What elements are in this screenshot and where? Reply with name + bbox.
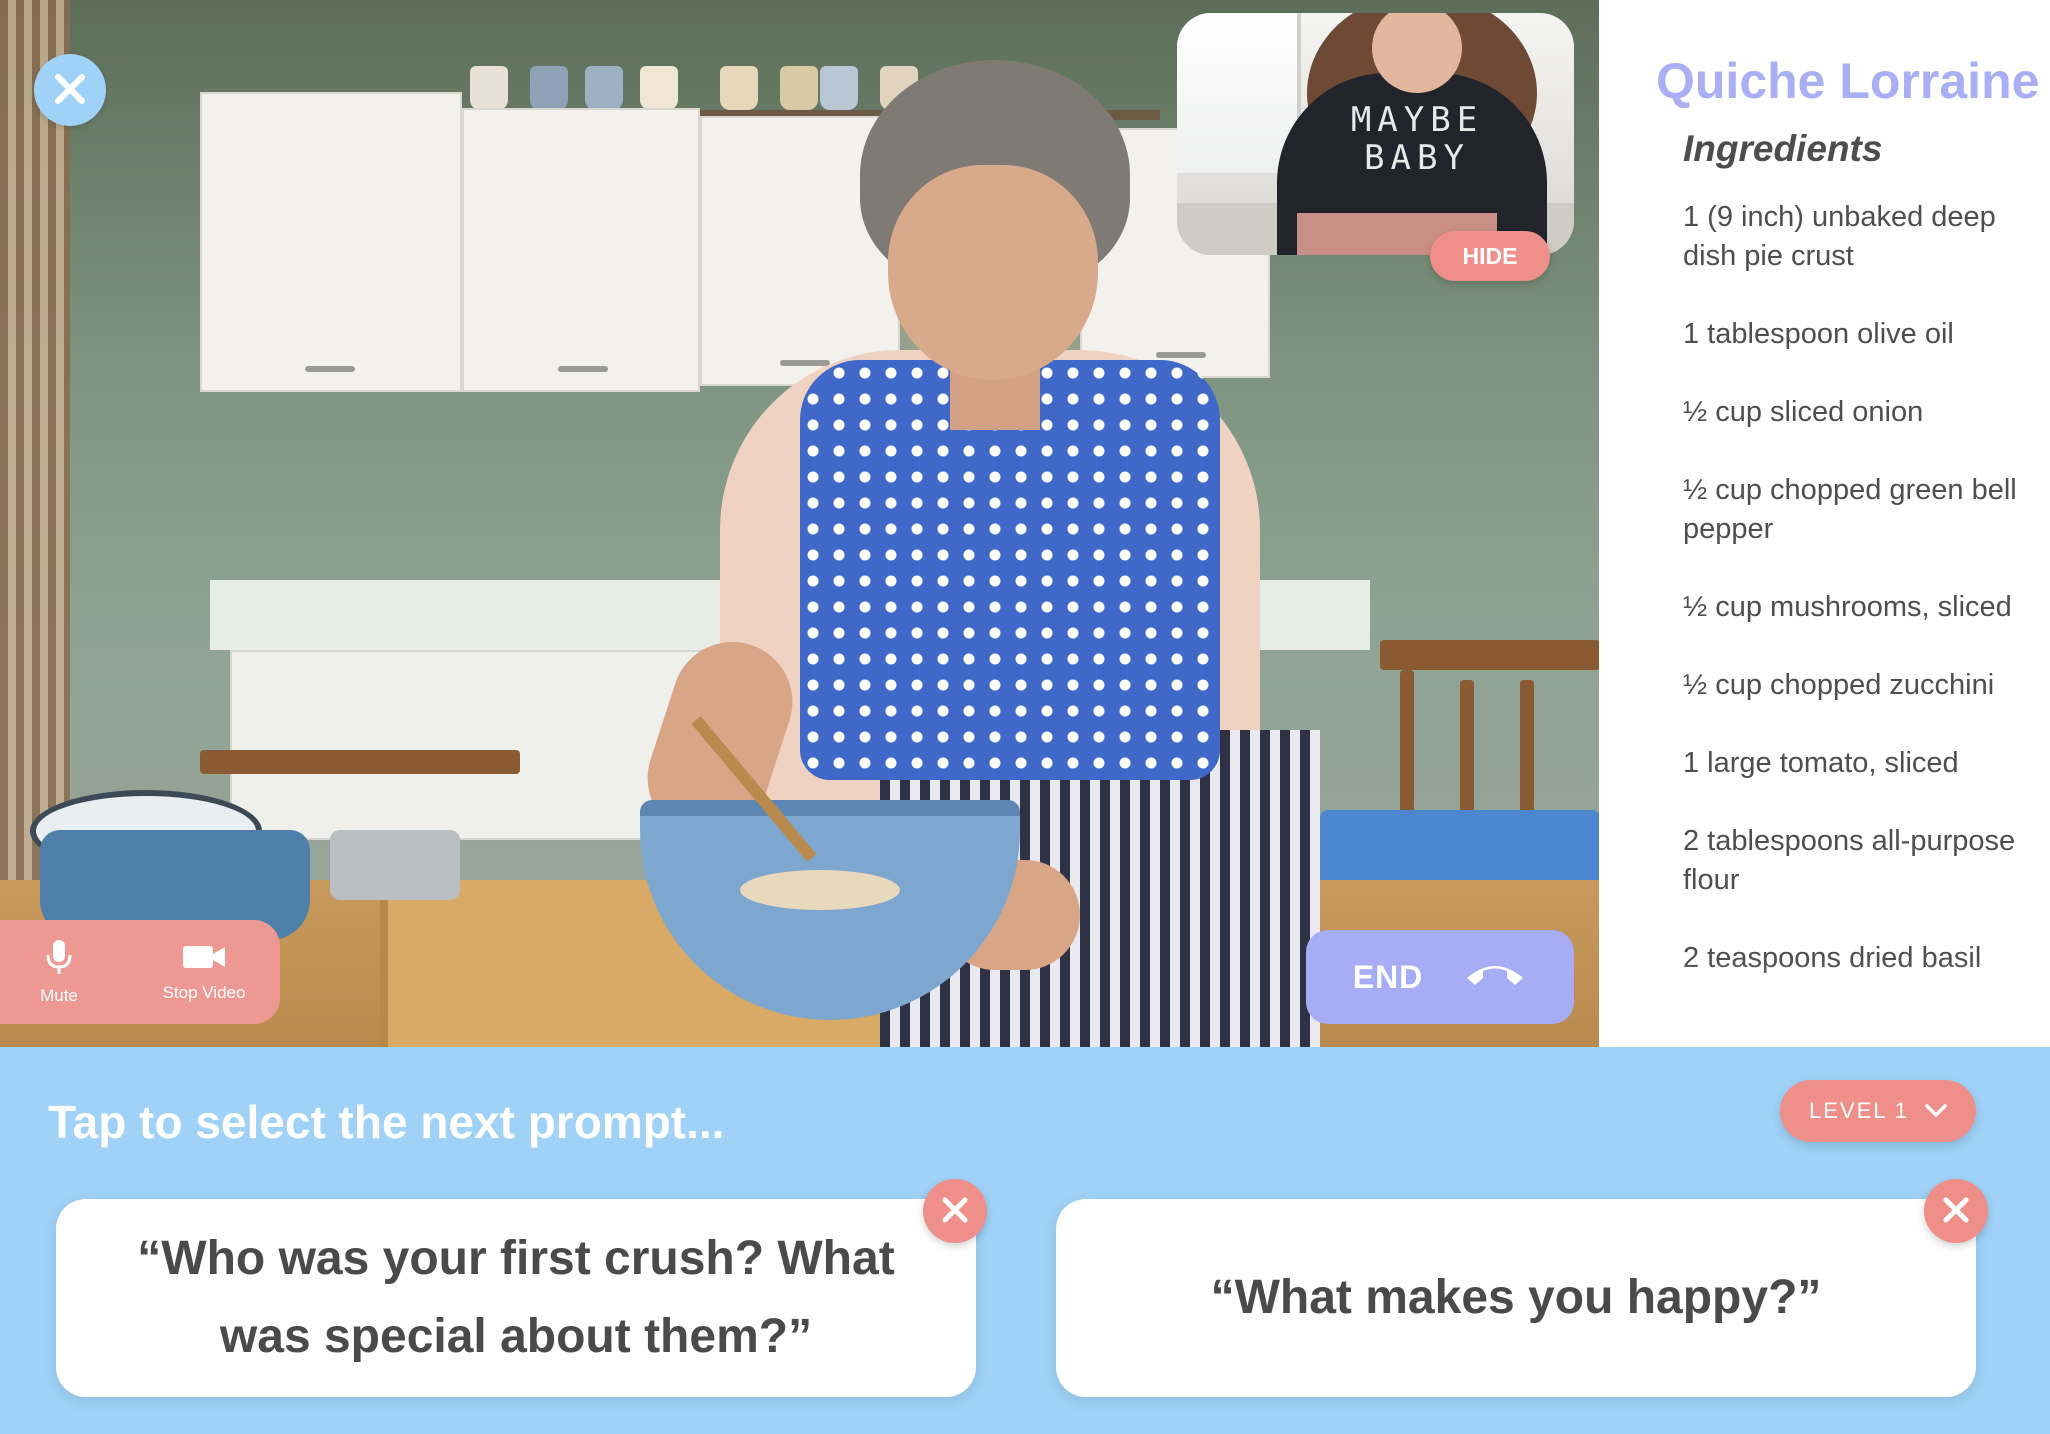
phone-hangup-icon xyxy=(1463,958,1527,996)
dismiss-prompt-button[interactable] xyxy=(1924,1179,1988,1243)
ingredients-heading: Ingredients xyxy=(1683,128,1883,169)
level-label: LEVEL 1 xyxy=(1808,1098,1910,1123)
close-call-button[interactable] xyxy=(34,54,106,126)
prompt-panel: Tap to select the next prompt... LEVEL 1… xyxy=(0,1047,2050,1434)
recipe-panel[interactable]: Quiche Lorraine Ingredients 1 (9 inch) u… xyxy=(1599,0,2050,1047)
close-icon xyxy=(1942,1196,1970,1227)
ingredient-item: ½ cup mushrooms, sliced xyxy=(1683,591,2012,623)
self-view-video: MAYBE BABY xyxy=(1177,13,1574,255)
hide-self-view-button[interactable]: HIDE xyxy=(1430,231,1550,281)
prompt-card[interactable]: “What makes you happy?” xyxy=(1056,1199,1976,1397)
mug xyxy=(780,66,818,110)
end-call-label: END xyxy=(1352,958,1424,995)
close-icon xyxy=(941,1196,969,1227)
scroll-fade xyxy=(1599,960,2050,1047)
ingredient-item: 1 large tomato, sliced xyxy=(1683,747,1959,779)
mug xyxy=(640,66,678,110)
ingredients-list: 1 (9 inch) unbaked deep dish pie crust 1… xyxy=(1683,198,2023,1017)
prompt-text: “What makes you happy?” xyxy=(1210,1271,1822,1324)
ingredient-item: 2 tablespoons all-purpose flour xyxy=(1683,825,2016,896)
person-face xyxy=(888,165,1098,380)
chair xyxy=(1380,640,1599,670)
video-camera-icon xyxy=(182,942,226,983)
mute-button[interactable]: Mute xyxy=(14,939,104,1006)
chair-cushion xyxy=(1320,810,1599,890)
dough xyxy=(740,870,900,910)
close-icon xyxy=(53,72,87,109)
saucepan xyxy=(330,830,460,900)
mute-label: Mute xyxy=(40,985,78,1005)
dismiss-prompt-button[interactable] xyxy=(923,1179,987,1243)
ingredient-item: ½ cup chopped green bell pepper xyxy=(1683,474,2017,545)
recipe-title: Quiche Lorraine xyxy=(1656,53,2040,109)
level-dropdown[interactable]: LEVEL 1 xyxy=(1780,1080,1976,1142)
mug xyxy=(470,66,508,110)
mug xyxy=(585,66,623,110)
ingredient-item: 1 tablespoon olive oil xyxy=(1683,318,1954,350)
wall-cabinet xyxy=(200,92,462,392)
ingredient-item: ½ cup chopped zucchini xyxy=(1683,669,1995,701)
prompt-text: “Who was your first crush? What was spec… xyxy=(137,1232,895,1363)
stop-video-label: Stop Video xyxy=(162,982,246,1002)
chair xyxy=(200,750,520,774)
ingredient-item: 1 (9 inch) unbaked deep dish pie crust xyxy=(1683,201,1996,272)
media-controls: Mute Stop Video xyxy=(0,920,280,1024)
prompt-card[interactable]: “Who was your first crush? What was spec… xyxy=(56,1199,976,1397)
mug xyxy=(820,66,858,110)
microphone-icon xyxy=(45,939,73,986)
stop-video-button[interactable]: Stop Video xyxy=(144,942,264,1003)
pip-sweater-text: MAYBE BABY xyxy=(1350,100,1484,178)
end-call-button[interactable]: END xyxy=(1306,930,1574,1024)
ingredient-item: ½ cup sliced onion xyxy=(1683,396,1924,428)
prompt-heading: Tap to select the next prompt... xyxy=(48,1096,725,1148)
wall-cabinet xyxy=(462,108,700,392)
mug xyxy=(720,66,758,110)
mug xyxy=(530,66,568,110)
chevron-down-icon xyxy=(1925,1098,1947,1124)
